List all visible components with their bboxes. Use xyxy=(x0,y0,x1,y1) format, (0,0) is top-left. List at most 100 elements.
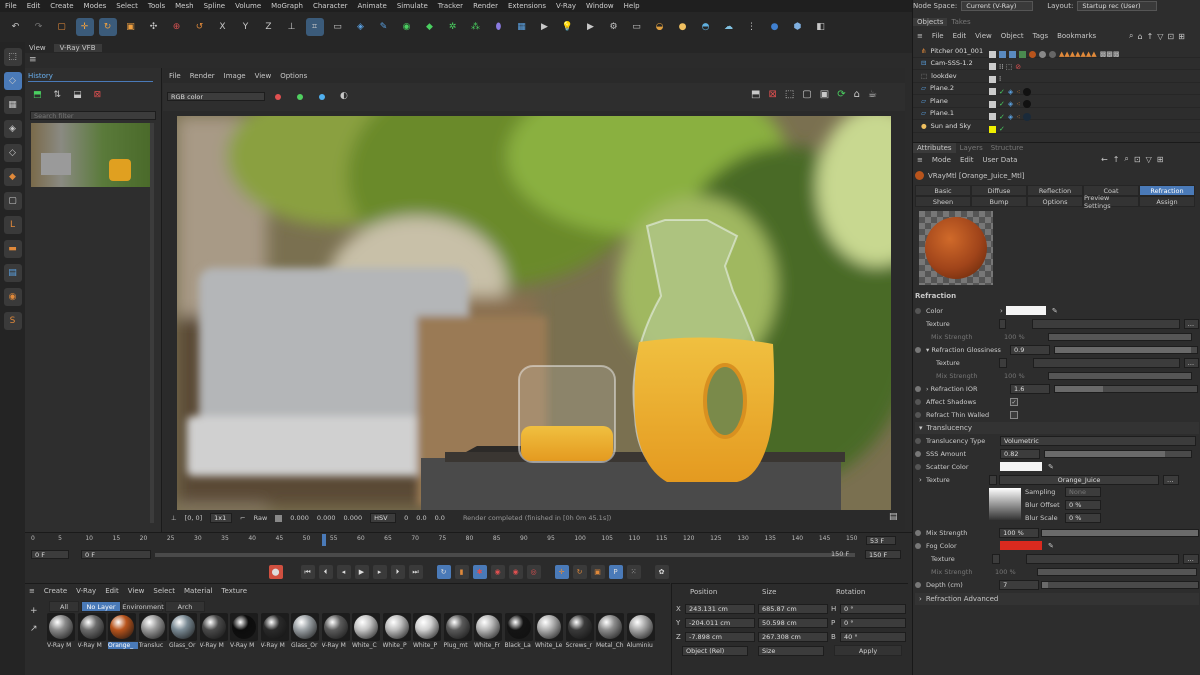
material-swatch[interactable]: Black_La xyxy=(504,613,533,649)
clear-image-icon[interactable]: ⊠ xyxy=(768,89,776,100)
key-pla-icon[interactable]: ⁙ xyxy=(626,565,641,579)
menu-edit[interactable]: Edit xyxy=(22,2,46,10)
light-icon[interactable]: 💡 xyxy=(559,18,577,36)
axis-mode-icon[interactable]: L xyxy=(3,216,22,234)
menu-spline[interactable]: Spline xyxy=(199,2,231,10)
rotate-tool-icon[interactable]: ↻ xyxy=(98,18,117,36)
goto-start-icon[interactable]: ⏮ xyxy=(300,565,315,579)
sss-field[interactable]: 0.82 xyxy=(1000,448,1040,459)
size-x-field[interactable]: 685.87 cm xyxy=(758,604,828,614)
material-swatch[interactable]: V-Ray M xyxy=(199,613,228,649)
menu-tools[interactable]: Tools xyxy=(143,2,170,10)
depth-field[interactable]: 7 xyxy=(999,579,1039,590)
pos-z-field[interactable]: -7.898 cm xyxy=(685,632,755,642)
tag-icon[interactable]: ⁖ xyxy=(1016,113,1020,121)
mat-menu-vray[interactable]: V-Ray xyxy=(76,587,96,595)
uv-mode-icon[interactable]: ▢ xyxy=(3,192,22,210)
texture4-dropdown[interactable] xyxy=(992,553,1000,564)
coordinate-system-icon[interactable]: ⊥ xyxy=(283,18,301,36)
motion-icon[interactable]: ✿ xyxy=(654,565,669,579)
history-search-input[interactable]: Search filter xyxy=(30,111,156,120)
blur-offset-field[interactable]: 0 % xyxy=(1065,500,1101,510)
key-rotation-icon[interactable]: ↻ xyxy=(572,565,587,579)
texture2-dropdown[interactable] xyxy=(999,357,1007,368)
material-swatch[interactable]: Aluminiu xyxy=(626,613,655,649)
render-settings-icon[interactable]: ⚙ xyxy=(605,18,623,36)
blue-channel-icon[interactable] xyxy=(319,94,325,100)
sun-visibility-icon[interactable] xyxy=(989,125,996,133)
material-swatch[interactable]: White_P xyxy=(382,613,411,649)
visibility-icon[interactable] xyxy=(989,113,996,121)
mat-menu-edit[interactable]: Edit xyxy=(105,587,119,595)
glossiness-slider[interactable] xyxy=(1054,345,1198,354)
search-icon[interactable]: ⌕ xyxy=(1124,154,1128,164)
magnet-icon[interactable]: ◉ xyxy=(3,288,22,306)
make-editable-icon[interactable]: ⬚ xyxy=(3,48,22,66)
crop-icon[interactable]: ⊥ xyxy=(171,514,177,522)
objects-menu-icon[interactable]: ≡ xyxy=(917,32,923,40)
rotate-icon[interactable]: ↺ xyxy=(191,18,209,36)
glossiness-field[interactable]: 0.9 xyxy=(1010,344,1050,355)
goto-end-icon[interactable]: ⏭ xyxy=(408,565,423,579)
mat-tab-assign[interactable]: Assign xyxy=(1139,196,1195,207)
menu-vray[interactable]: V-Ray xyxy=(551,2,581,10)
y-axis-icon[interactable]: Y xyxy=(237,18,255,36)
mat-tab-options[interactable]: Options xyxy=(1027,196,1083,207)
filter-environment[interactable]: Environment xyxy=(122,601,164,612)
render-last-icon[interactable]: ▣ xyxy=(820,89,829,100)
record-scale-icon[interactable]: ◎ xyxy=(526,565,541,579)
back-icon[interactable]: ← xyxy=(1101,155,1108,164)
end-frame-field[interactable]: 150 F xyxy=(865,550,901,559)
visibility-icon[interactable] xyxy=(989,63,996,71)
objects-menu-tags[interactable]: Tags xyxy=(1033,32,1049,40)
pen-icon[interactable]: ✎ xyxy=(375,18,393,36)
vfb-menu-options[interactable]: Options xyxy=(280,72,307,80)
anim-dot[interactable] xyxy=(915,437,921,444)
objects-search-icon[interactable]: ⌕ xyxy=(1129,31,1133,41)
ior-field[interactable]: 1.6 xyxy=(1010,383,1050,394)
mat-tab-preview-settings[interactable]: Preview Settings xyxy=(1083,194,1139,210)
vfb-menu-view[interactable]: View xyxy=(255,72,272,80)
vray-sphere-icon[interactable]: ● xyxy=(766,18,784,36)
material-swatch[interactable]: White_C xyxy=(352,613,380,649)
deformer-icon[interactable]: ⁂ xyxy=(467,18,485,36)
mix2-value[interactable]: 100 % xyxy=(1004,372,1048,380)
attributes-menu-userdata[interactable]: User Data xyxy=(983,156,1018,164)
x-axis-icon[interactable]: X xyxy=(214,18,232,36)
vfb-menu-render[interactable]: Render xyxy=(190,72,215,80)
mat-menu-create[interactable]: Create xyxy=(44,587,67,595)
move-tool-icon[interactable]: ✛ xyxy=(75,18,94,36)
track-mouse-icon[interactable]: ▢ xyxy=(802,89,811,100)
model-mode-icon[interactable]: ◇ xyxy=(3,72,22,90)
menu-animate[interactable]: Animate xyxy=(353,2,392,10)
visibility-icon[interactable] xyxy=(989,75,996,83)
camera-tags-icon[interactable]: ⁞⁞ ⬚ xyxy=(999,63,1012,71)
texture3-dropdown[interactable] xyxy=(989,474,997,485)
points-mode-icon[interactable]: ◈ xyxy=(3,120,22,138)
blur-scale-field[interactable]: 0 % xyxy=(1065,513,1101,523)
attributes-menu-icon[interactable]: ≡ xyxy=(917,156,923,164)
history-thumbnail[interactable] xyxy=(31,123,151,187)
anim-dot[interactable] xyxy=(915,581,921,588)
expand-icon[interactable]: › xyxy=(1000,307,1003,315)
mat-menu-select[interactable]: Select xyxy=(153,587,175,595)
objects-menu-bookmarks[interactable]: Bookmarks xyxy=(1057,32,1096,40)
auto-key-icon[interactable]: ✱ xyxy=(472,565,487,579)
mat-menu-icon[interactable]: ≡ xyxy=(29,587,35,595)
lock-icon[interactable]: ⊡ xyxy=(1134,155,1141,164)
menu-extensions[interactable]: Extensions xyxy=(503,2,551,10)
mat-menu-texture[interactable]: Texture xyxy=(221,587,247,595)
mix2-slider[interactable] xyxy=(1048,371,1192,380)
history-compare-icon[interactable]: ⇅ xyxy=(54,90,62,100)
phong-tags-icon[interactable]: ▲▲▲▲▲▲▲ xyxy=(1059,50,1097,58)
section-refraction-advanced[interactable]: › Refraction Advanced xyxy=(915,593,1199,605)
sampling-dropdown[interactable]: None xyxy=(1065,487,1101,497)
select-tool-icon[interactable]: ▢ xyxy=(53,18,71,36)
timeline-playhead[interactable] xyxy=(322,534,326,546)
vray-light-icon[interactable]: ◒ xyxy=(651,18,669,36)
visibility-icon[interactable] xyxy=(989,100,996,108)
subdivision-icon[interactable]: ◉ xyxy=(398,18,416,36)
anim-dot[interactable] xyxy=(915,450,921,457)
texture-dropdown[interactable] xyxy=(998,318,1007,329)
menu-simulate[interactable]: Simulate xyxy=(392,2,433,10)
